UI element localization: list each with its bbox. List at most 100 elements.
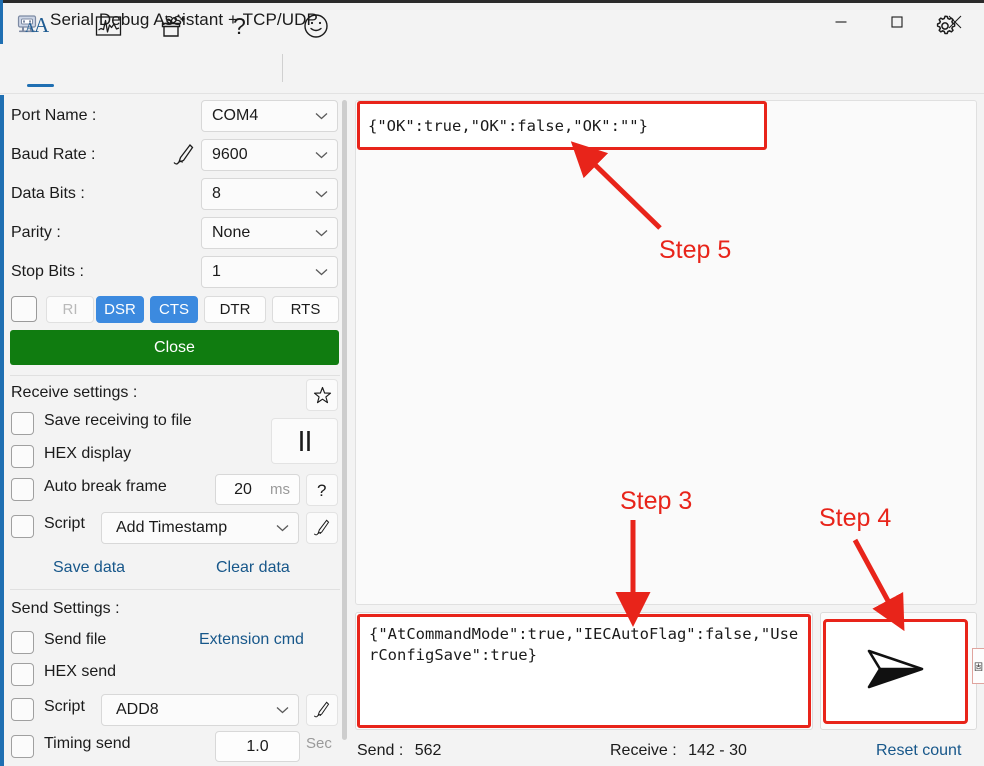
clear-data-link[interactable]: Clear data xyxy=(216,559,290,577)
receive-script-pen-icon[interactable] xyxy=(306,512,338,544)
receive-content: {"OK":true,"OK":false,"OK":""} xyxy=(360,117,648,135)
status-bar: Send : 562 Receive : 142 - 30 Reset coun… xyxy=(350,738,984,766)
auto-break-frame-unit: ms xyxy=(270,481,299,498)
title-bar: Serial Debug Assistant + TCP/UDP xyxy=(0,0,984,44)
receive-script-select[interactable]: Add Timestamp xyxy=(101,512,299,544)
receive-counter-label: Receive : xyxy=(610,742,677,759)
reset-count-link[interactable]: Reset count xyxy=(876,742,961,760)
gift-box-icon[interactable] xyxy=(153,6,195,46)
close-port-button[interactable]: Close xyxy=(10,330,339,365)
send-script-pen-icon[interactable] xyxy=(306,694,338,726)
checkbox-send-script[interactable] xyxy=(11,698,34,721)
baud-rate-value: 9600 xyxy=(212,146,248,164)
receive-settings-title: Receive settings : xyxy=(11,384,137,402)
svg-text:?: ? xyxy=(233,13,246,39)
minimize-button[interactable] xyxy=(818,0,864,44)
star-favorite-icon[interactable] xyxy=(306,379,338,411)
font-size-icon[interactable]: A A xyxy=(19,6,61,46)
timing-send-value: 1.0 xyxy=(216,738,299,756)
checkbox-timing-send[interactable] xyxy=(11,735,34,758)
data-bits-value: 8 xyxy=(212,185,221,203)
checkbox-hex-display[interactable] xyxy=(11,445,34,468)
send-settings-title: Send Settings : xyxy=(11,600,120,618)
stop-bits-value: 1 xyxy=(212,263,221,281)
chevron-down-icon xyxy=(276,701,289,719)
stop-bits-label: Stop Bits : xyxy=(11,263,84,281)
receive-script-value: Add Timestamp xyxy=(116,519,227,537)
baud-rate-label: Baud Rate : xyxy=(11,146,96,164)
send-highlight-box[interactable]: {"AtCommandMode":true,"IECAutoFlag":fals… xyxy=(357,614,811,728)
parity-label: Parity : xyxy=(11,224,61,242)
data-bits-select[interactable]: 8 xyxy=(201,178,338,210)
annotation-step-5: Step 5 xyxy=(659,236,731,265)
checkbox-hex-send[interactable] xyxy=(11,663,34,686)
label-auto-break-frame: Auto break frame xyxy=(44,478,167,496)
send-counter-label: Send : xyxy=(357,742,403,759)
gear-icon[interactable] xyxy=(924,6,966,46)
checkbox-receive-script[interactable] xyxy=(11,515,34,538)
label-send-script: Script xyxy=(44,698,85,716)
pause-icon[interactable] xyxy=(271,418,338,464)
baud-rate-select[interactable]: 9600 xyxy=(201,139,338,171)
help-question-icon[interactable]: ? xyxy=(219,6,261,46)
svg-text:?: ? xyxy=(317,481,326,500)
send-script-value: ADD8 xyxy=(116,701,159,719)
port-name-value: COM4 xyxy=(212,107,258,125)
auto-break-frame-value: 20 xyxy=(216,481,270,499)
send-counter-value: 562 xyxy=(415,742,442,759)
auto-break-frame-input[interactable]: 20 ms xyxy=(215,474,300,505)
window-left-accent xyxy=(0,0,3,44)
maximize-button[interactable] xyxy=(874,0,920,44)
send-button[interactable] xyxy=(823,619,968,724)
label-hex-display: HEX display xyxy=(44,445,131,463)
extension-cmd-link[interactable]: Extension cmd xyxy=(199,631,304,649)
timing-send-unit: Sec xyxy=(306,735,332,752)
port-name-label: Port Name : xyxy=(11,107,96,125)
send-counter: Send : 562 xyxy=(357,742,441,760)
flag-dsr[interactable]: DSR xyxy=(96,296,144,323)
checkbox-send-file[interactable] xyxy=(11,631,34,654)
panel-scrollbar-thumb[interactable] xyxy=(342,100,347,740)
side-tab-button[interactable]: 固 xyxy=(972,648,984,684)
toolbar-separator xyxy=(282,54,283,82)
pen-signature-icon[interactable] xyxy=(171,142,197,173)
label-send-file: Send file xyxy=(44,631,106,649)
label-receive-script: Script xyxy=(44,515,85,533)
data-bits-label: Data Bits : xyxy=(11,185,85,203)
parity-select[interactable]: None xyxy=(201,217,338,249)
flag-cts[interactable]: CTS xyxy=(150,296,198,323)
chevron-down-icon xyxy=(315,224,328,242)
label-timing-send: Timing send xyxy=(44,735,131,753)
receive-highlight-box[interactable]: {"OK":true,"OK":false,"OK":""} xyxy=(357,101,767,150)
send-paper-plane-icon xyxy=(865,645,927,698)
flag-ri[interactable]: RI xyxy=(46,296,94,323)
send-script-select[interactable]: ADD8 xyxy=(101,694,299,726)
svg-text:A: A xyxy=(34,13,50,37)
divider-send xyxy=(10,589,340,590)
application-window: Serial Debug Assistant + TCP/UDP A A xyxy=(0,0,984,766)
parity-value: None xyxy=(212,224,250,242)
port-name-select[interactable]: COM4 xyxy=(201,100,338,132)
save-data-link[interactable]: Save data xyxy=(53,559,125,577)
label-hex-send: HEX send xyxy=(44,663,116,681)
toolbar xyxy=(0,44,984,94)
divider-receive xyxy=(10,375,340,376)
panel-left-accent-scrollbar[interactable] xyxy=(0,95,4,766)
checkbox-save-receiving-to-file[interactable] xyxy=(11,412,34,435)
checkbox-auto-break-frame[interactable] xyxy=(11,478,34,501)
flag-dtr[interactable]: DTR xyxy=(204,296,266,323)
chevron-down-icon xyxy=(276,519,289,537)
annotation-step-3: Step 3 xyxy=(620,487,692,516)
annotation-step-4: Step 4 xyxy=(819,504,891,533)
flag-rts[interactable]: RTS xyxy=(272,296,339,323)
toolbar-active-indicator xyxy=(27,84,54,87)
smiley-face-icon[interactable] xyxy=(295,6,337,46)
timing-send-input[interactable]: 1.0 xyxy=(215,731,300,762)
stop-bits-select[interactable]: 1 xyxy=(201,256,338,288)
waveform-chart-icon[interactable] xyxy=(87,6,129,46)
receive-counter: Receive : 142 - 30 xyxy=(610,742,747,760)
question-mark-icon[interactable]: ? xyxy=(306,474,338,506)
flags-toggle-checkbox[interactable] xyxy=(11,296,37,322)
chevron-down-icon xyxy=(315,107,328,125)
chevron-down-icon xyxy=(315,263,328,281)
